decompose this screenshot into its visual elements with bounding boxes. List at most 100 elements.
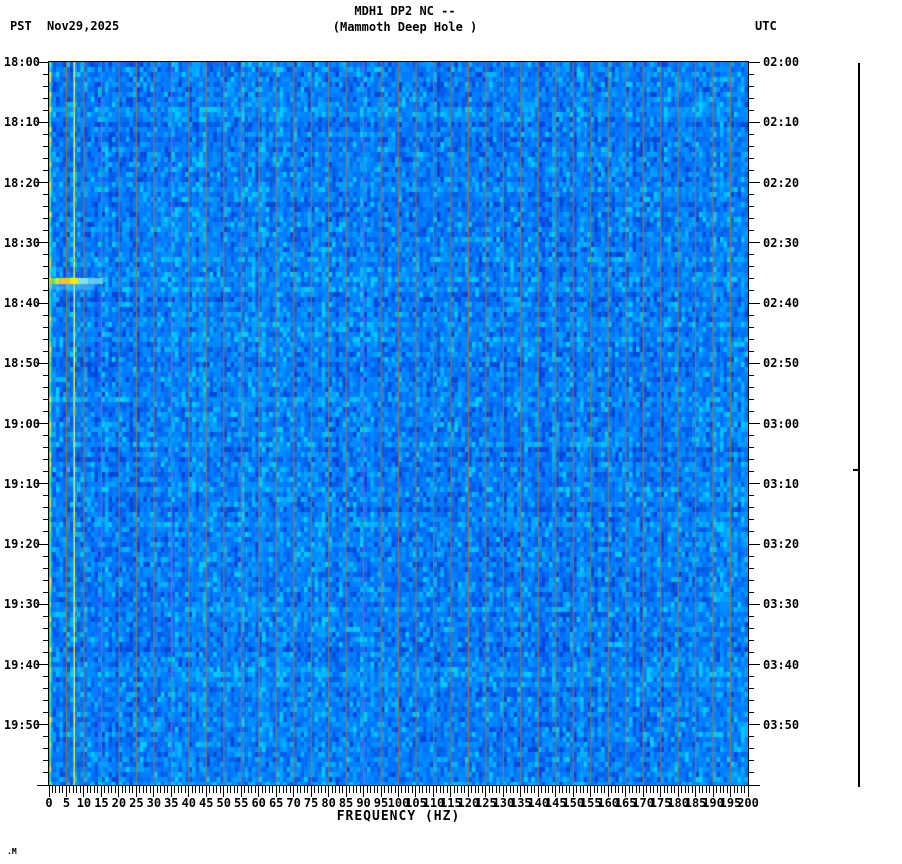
x-axis-tick bbox=[586, 786, 588, 793]
x-axis-tick bbox=[86, 786, 88, 793]
y-axis-tick-right bbox=[748, 459, 754, 461]
y-axis-label-utc: 03:50 bbox=[763, 717, 800, 732]
x-axis-tick bbox=[621, 786, 623, 793]
x-axis-tick bbox=[244, 786, 246, 793]
x-axis-tick bbox=[716, 786, 718, 793]
x-axis-tick bbox=[674, 786, 676, 793]
x-axis-tick bbox=[72, 786, 74, 793]
y-axis-tick-left bbox=[43, 712, 49, 714]
x-axis-tick bbox=[492, 786, 494, 793]
y-axis-label-pst: 19:20 bbox=[3, 537, 40, 551]
x-axis-tick bbox=[513, 786, 515, 793]
y-axis-tick-left bbox=[43, 495, 49, 497]
x-axis-tick bbox=[184, 786, 186, 793]
y-axis-tick-left bbox=[43, 651, 49, 653]
y-axis-label-pst: 18:10 bbox=[3, 115, 40, 130]
x-axis-tick bbox=[296, 786, 298, 793]
x-axis-label-hz: 200 bbox=[737, 796, 759, 810]
page-title: MDH1 DP2 NC -- bbox=[354, 4, 456, 18]
x-axis-tick bbox=[548, 786, 550, 793]
x-axis-tick bbox=[509, 786, 511, 793]
y-axis-tick-left bbox=[43, 688, 49, 690]
y-axis-tick-right bbox=[748, 603, 760, 605]
x-axis-tick bbox=[604, 786, 606, 793]
y-axis-tick-right bbox=[748, 121, 760, 123]
x-axis-tick bbox=[709, 786, 711, 793]
x-axis-tick bbox=[453, 786, 455, 793]
x-axis-tick bbox=[639, 786, 641, 793]
x-axis-label-hz: 45 bbox=[199, 796, 214, 810]
x-axis-tick bbox=[111, 786, 113, 793]
y-axis-tick-right bbox=[748, 374, 754, 376]
y-axis-label-utc: 02:30 bbox=[763, 235, 800, 250]
x-axis-tick bbox=[282, 786, 284, 793]
y-axis-tick-right bbox=[748, 182, 760, 183]
x-axis-tick bbox=[384, 786, 386, 793]
x-axis-tick bbox=[597, 786, 599, 793]
y-axis-tick-right bbox=[748, 627, 754, 629]
y-axis-label-utc: 03:20 bbox=[763, 537, 800, 551]
y-axis-tick-left bbox=[43, 230, 49, 232]
y-axis-tick-right bbox=[748, 423, 760, 424]
x-axis-tick bbox=[174, 786, 176, 793]
y-axis-tick-right bbox=[748, 676, 754, 678]
x-axis-label-hz: 40 bbox=[181, 796, 197, 810]
x-axis-tick bbox=[576, 786, 578, 793]
x-axis-tick bbox=[55, 786, 57, 793]
x-axis-tick bbox=[331, 786, 333, 793]
x-axis-tick bbox=[663, 786, 665, 793]
x-axis-tick bbox=[177, 786, 179, 793]
x-axis-tick bbox=[156, 786, 158, 793]
x-axis-tick bbox=[506, 786, 508, 793]
x-axis-tick bbox=[614, 786, 616, 793]
x-axis-label-hz: 35 bbox=[164, 796, 179, 810]
y-axis-tick-right bbox=[748, 651, 754, 653]
y-axis-tick-right bbox=[748, 748, 754, 750]
x-axis-tick bbox=[464, 786, 466, 793]
y-axis-tick-right bbox=[748, 700, 754, 702]
y-axis-label-utc: 03:10 bbox=[763, 476, 800, 491]
y-axis-tick-right bbox=[748, 290, 754, 292]
x-axis-tick bbox=[387, 786, 389, 793]
y-axis-tick-right bbox=[748, 314, 754, 316]
y-axis-label-utc: 02:20 bbox=[763, 175, 800, 190]
y-axis-tick-right bbox=[748, 772, 754, 774]
y-axis-label-pst: 18:50 bbox=[3, 356, 40, 371]
y-axis-tick-left bbox=[43, 435, 49, 437]
y-axis-tick-left bbox=[43, 386, 49, 388]
y-axis-label-pst: 19:30 bbox=[3, 597, 40, 612]
x-axis-tick bbox=[142, 786, 144, 793]
x-axis-tick bbox=[527, 786, 529, 793]
y-axis-tick-left bbox=[43, 109, 49, 111]
x-axis-tick bbox=[286, 786, 288, 793]
x-axis-tick bbox=[495, 786, 497, 793]
y-axis-tick-left bbox=[43, 314, 49, 316]
y-axis-label-pst: 18:40 bbox=[3, 296, 40, 310]
x-axis-tick bbox=[670, 786, 672, 793]
x-axis-tick bbox=[411, 786, 413, 793]
x-axis-tick bbox=[404, 786, 406, 793]
y-axis-tick-left bbox=[43, 350, 49, 352]
corner-watermark: .M bbox=[7, 847, 17, 856]
y-axis-tick-right bbox=[748, 302, 760, 304]
y-axis-label-utc: 02:40 bbox=[763, 296, 800, 310]
x-axis-tick bbox=[499, 786, 501, 793]
y-axis-tick-right bbox=[748, 784, 760, 786]
x-axis-tick bbox=[114, 786, 116, 793]
y-axis-tick-left bbox=[43, 266, 49, 268]
x-axis-tick bbox=[446, 786, 448, 793]
y-axis-tick-left bbox=[43, 85, 49, 87]
y-axis-tick-left bbox=[43, 471, 49, 473]
x-axis-tick bbox=[324, 786, 326, 793]
x-axis-tick bbox=[600, 786, 602, 793]
x-axis-tick bbox=[579, 786, 581, 793]
x-axis-label-hz: 15 bbox=[94, 796, 109, 810]
y-axis-label-pst: 19:50 bbox=[3, 717, 40, 732]
x-axis-tick bbox=[436, 786, 438, 793]
x-axis-tick bbox=[79, 786, 81, 793]
y-axis-tick-right bbox=[748, 435, 754, 437]
x-axis-tick bbox=[219, 786, 221, 793]
x-axis-tick bbox=[167, 786, 169, 793]
x-axis-tick bbox=[726, 786, 728, 793]
x-axis-tick bbox=[209, 786, 211, 793]
